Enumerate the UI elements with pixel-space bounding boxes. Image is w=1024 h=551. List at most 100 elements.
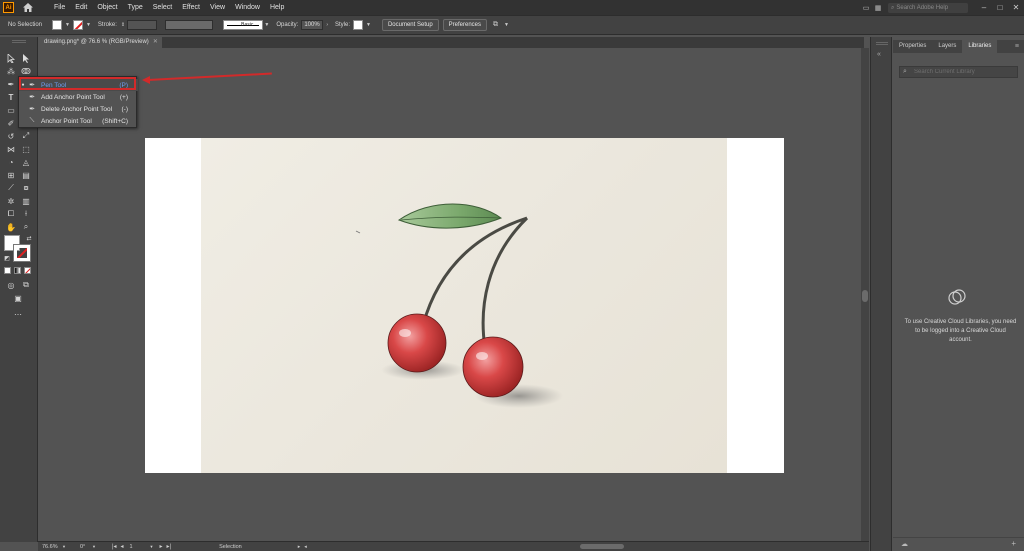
scale-tool-icon[interactable]: ⤢ xyxy=(21,131,31,141)
stroke-swatch[interactable] xyxy=(72,20,83,30)
add-content-icon[interactable]: + xyxy=(1011,539,1016,548)
minimize-icon[interactable]: – xyxy=(976,0,992,15)
shaper-tool-icon[interactable]: ✐ xyxy=(6,118,16,128)
edit-toolbar-icon[interactable]: ⋯ xyxy=(13,309,23,319)
menu-file[interactable]: File xyxy=(49,0,70,15)
tab-properties[interactable]: Properties xyxy=(893,40,932,53)
panel-menu-icon[interactable]: ≡ xyxy=(1015,40,1019,53)
tab-layers[interactable]: Layers xyxy=(932,40,962,53)
tab-libraries[interactable]: Libraries xyxy=(962,40,998,53)
menu-type[interactable]: Type xyxy=(123,0,148,15)
strip-grip[interactable] xyxy=(876,42,888,45)
document-setup-button[interactable]: Document Setup xyxy=(381,19,439,31)
opacity-expand-icon[interactable]: › xyxy=(326,22,328,28)
toolbar-grip[interactable] xyxy=(12,40,26,43)
vertical-scrollbar[interactable] xyxy=(861,48,869,542)
fill-dropdown-icon[interactable]: ▼ xyxy=(65,22,70,28)
document-tab[interactable]: drawing.png* @ 76.6 % (RGB/Preview) ✕ xyxy=(38,37,162,48)
flyout-anchor-point-tool[interactable]: ⟍ Anchor Point Tool (Shift+C) xyxy=(19,115,138,127)
rotate-tool-icon[interactable]: ↺ xyxy=(6,131,16,141)
opacity-label[interactable]: Opacity: xyxy=(276,22,298,28)
brush-dropdown-icon[interactable]: ▼ xyxy=(264,22,269,28)
fill-swatch[interactable] xyxy=(52,20,62,30)
arrange-documents-icon[interactable]: ▭ xyxy=(860,2,872,13)
shape-builder-tool-icon[interactable]: ◔ xyxy=(6,157,16,167)
column-graph-tool-icon[interactable]: ▥ xyxy=(21,196,31,206)
help-search-input[interactable]: ⌕ Search Adobe Help xyxy=(888,2,968,13)
hand-tool-icon[interactable]: ✋ xyxy=(6,222,16,232)
vertical-scroll-thumb[interactable] xyxy=(862,290,868,302)
close-icon[interactable]: ✕ xyxy=(1008,0,1024,15)
zoom-tool-icon[interactable]: ⌕ xyxy=(21,222,31,232)
draw-mode-icon[interactable]: ◎ xyxy=(6,280,16,290)
next-artboard-icon[interactable]: ▸ xyxy=(160,543,163,550)
menu-object[interactable]: Object xyxy=(92,0,122,15)
free-transform-tool-icon[interactable]: ⬚ xyxy=(21,144,31,154)
flyout-delete-anchor-point-tool[interactable]: ✒ Delete Anchor Point Tool (-) xyxy=(19,103,138,115)
swap-fill-stroke-icon[interactable]: ⇄ xyxy=(24,233,34,243)
slice-tool-icon[interactable]: ⟊ xyxy=(21,209,31,219)
menu-view[interactable]: View xyxy=(205,0,230,15)
selection-tool-icon[interactable] xyxy=(6,53,16,63)
draw-behind-icon[interactable]: ⧉ xyxy=(21,280,31,290)
magic-wand-tool-icon[interactable]: ⁂ xyxy=(6,66,16,76)
rectangle-tool-icon[interactable]: ▭ xyxy=(6,105,16,115)
stroke-dropdown-icon[interactable]: ▼ xyxy=(86,22,91,28)
artboard-tool-icon[interactable]: ⧠ xyxy=(6,209,16,219)
variable-width-profile[interactable] xyxy=(165,20,214,30)
graphic-style-dropdown-icon[interactable]: ▼ xyxy=(366,22,371,28)
menu-help[interactable]: Help xyxy=(265,0,289,15)
perspective-grid-tool-icon[interactable]: ◬ xyxy=(21,157,31,167)
lasso-tool-icon[interactable]: ↂ xyxy=(21,66,31,76)
opacity-input[interactable]: 100% xyxy=(301,20,324,30)
rotation-dropdown-icon[interactable]: ▼ xyxy=(92,544,96,549)
pen-tool-icon[interactable]: ✒ xyxy=(6,79,16,89)
menu-effect[interactable]: Effect xyxy=(177,0,205,15)
stroke-color-swatch[interactable] xyxy=(13,244,31,262)
artboard-dropdown-icon[interactable]: ▼ xyxy=(150,544,154,549)
menu-edit[interactable]: Edit xyxy=(70,0,92,15)
rotation-value[interactable]: 0° xyxy=(80,544,92,550)
menu-window[interactable]: Window xyxy=(230,0,265,15)
library-search-input[interactable]: ⌕ Search Current Library xyxy=(899,66,1018,78)
maximize-icon[interactable]: □ xyxy=(992,0,1008,15)
artboard[interactable] xyxy=(145,138,784,473)
arrange-dropdown-icon[interactable]: ▼ xyxy=(504,22,509,28)
blend-tool-icon[interactable]: ⧇ xyxy=(21,183,31,193)
stroke-weight-stepper-icon[interactable]: ⇕ xyxy=(121,22,125,28)
mesh-tool-icon[interactable]: ⊞ xyxy=(6,170,16,180)
type-tool-icon[interactable]: T xyxy=(6,92,16,102)
home-icon[interactable] xyxy=(21,2,35,14)
direct-selection-tool-icon[interactable] xyxy=(21,53,31,63)
close-tab-icon[interactable]: ✕ xyxy=(153,37,158,48)
default-colors-icon[interactable]: ◩ xyxy=(2,253,12,263)
last-artboard-icon[interactable]: ▸| xyxy=(167,543,172,550)
color-mode-icon[interactable] xyxy=(4,267,11,274)
status-menu-icon[interactable]: ▸ xyxy=(298,544,301,550)
symbol-sprayer-tool-icon[interactable]: ✲ xyxy=(6,196,16,206)
eyedropper-tool-icon[interactable]: ⟋ xyxy=(6,183,16,193)
arrange-icon[interactable]: ⧉ xyxy=(493,21,498,29)
workspace-icon[interactable]: ▦ xyxy=(872,2,884,13)
width-tool-icon[interactable]: ⋈ xyxy=(6,144,16,154)
panel-collapse-icon[interactable]: « xyxy=(877,51,887,61)
menu-select[interactable]: Select xyxy=(148,0,177,15)
preferences-button[interactable]: Preferences xyxy=(442,19,488,31)
first-artboard-icon[interactable]: |◂ xyxy=(112,543,117,550)
libraries-panel: Properties Layers Libraries ≡ ⌕ Search C… xyxy=(893,37,1024,551)
zoom-dropdown-icon[interactable]: ▼ xyxy=(62,544,66,549)
placed-image-drawing[interactable] xyxy=(201,138,727,473)
flyout-add-anchor-point-tool[interactable]: ✒ Add Anchor Point Tool (+) xyxy=(19,91,138,103)
none-mode-icon[interactable] xyxy=(24,267,31,274)
horizontal-scroll-thumb[interactable] xyxy=(580,544,624,549)
stroke-weight-input[interactable] xyxy=(127,20,158,30)
gradient-mode-icon[interactable] xyxy=(14,267,21,274)
artboard-number[interactable]: 1 xyxy=(130,544,150,550)
gradient-tool-icon[interactable]: ▤ xyxy=(21,170,31,180)
screen-mode-icon[interactable]: ▣ xyxy=(13,293,23,303)
previous-artboard-icon[interactable]: ◂ xyxy=(121,543,124,550)
scroll-left-icon[interactable]: ◂ xyxy=(304,544,307,550)
cloud-sync-icon[interactable]: ☁ xyxy=(901,540,908,548)
graphic-style-swatch[interactable] xyxy=(353,20,364,30)
zoom-level[interactable]: 76.6% xyxy=(42,544,62,550)
